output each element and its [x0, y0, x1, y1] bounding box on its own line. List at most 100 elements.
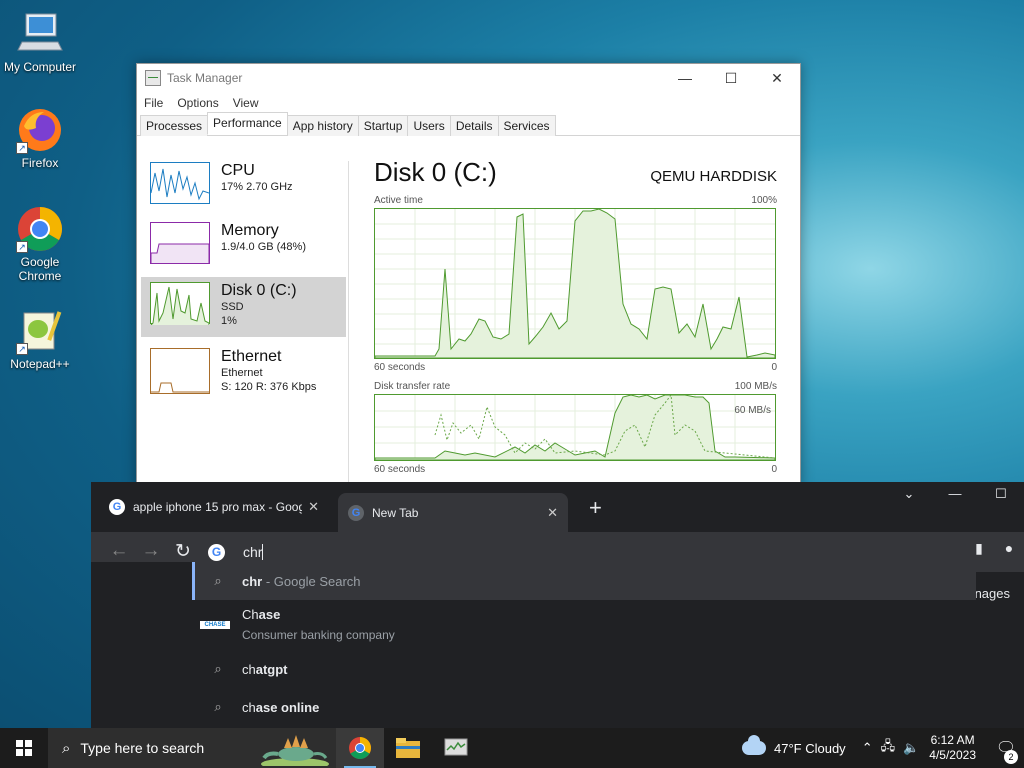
resource-memory[interactable]: Memory 1.9/4.0 GB (48%) [141, 217, 346, 277]
tab-startup[interactable]: Startup [357, 115, 409, 136]
tab-processes[interactable]: Processes [140, 115, 209, 136]
minimize-button[interactable]: — [662, 70, 708, 87]
new-tab-button[interactable]: + [589, 495, 602, 521]
resource-name: Disk 0 (C:) [221, 282, 297, 299]
shortcut-arrow-icon: ↗ [16, 343, 28, 355]
desktop-icon-firefox[interactable]: ↗ Firefox [0, 106, 80, 170]
folder-icon [396, 738, 420, 758]
resource-disk[interactable]: Disk 0 (C:) SSD 1% [141, 277, 346, 337]
menu-file[interactable]: File [144, 96, 163, 110]
resource-name: Memory [221, 222, 279, 239]
resource-detail: Ethernet [221, 367, 263, 379]
ethernet-thumbnail-graph [150, 348, 210, 394]
cloud-icon [742, 735, 766, 755]
desktop-icon-label: My Computer [3, 60, 77, 74]
tab-performance[interactable]: Performance [207, 112, 288, 135]
desktop-icon-my-computer[interactable]: My Computer [0, 10, 80, 74]
graph-time-label: 60 seconds [374, 464, 426, 475]
clock[interactable]: 6:12 AM 4/5/2023 [929, 733, 976, 763]
maximize-button[interactable]: ☐ [708, 70, 754, 87]
taskbar-task-manager[interactable] [432, 728, 480, 768]
chase-logo-icon: CHASE [200, 621, 230, 629]
resource-detail: 1.9/4.0 GB (48%) [221, 241, 306, 253]
taskbar: ⌕ Type here to search 47°F Cloudy ⌃ 🖧 🔈 … [0, 728, 1024, 768]
graph-time-label: 60 seconds [374, 362, 426, 373]
close-tab-icon[interactable]: ✕ [547, 505, 558, 521]
menu-options[interactable]: Options [177, 96, 218, 110]
taskbar-chrome[interactable] [336, 728, 384, 768]
title-bar[interactable]: Task Manager — ☐ ✕ [137, 64, 800, 92]
browser-tab[interactable]: apple iphone 15 pro max - Goog ✕ [99, 493, 329, 521]
search-icon: ⌕ [214, 699, 222, 714]
suggestion-entity[interactable]: CHASE Chase Consumer banking company [192, 600, 976, 650]
back-arrow-icon[interactable]: ← [103, 540, 135, 563]
menu-view[interactable]: View [233, 96, 259, 110]
shortcut-arrow-icon: ↗ [16, 142, 28, 154]
chrome-icon: ↗ [16, 205, 64, 253]
desktop-icon-notepad-plus-plus[interactable]: ↗ Notepad++ [0, 307, 80, 371]
resource-ethernet[interactable]: Ethernet Ethernet S: 120 R: 376 Kbps [141, 343, 346, 403]
google-icon [208, 543, 225, 561]
omnibox-input[interactable]: chr [243, 544, 264, 560]
chrome-icon [349, 737, 371, 759]
weather-widget[interactable]: 47°F Cloudy [742, 735, 846, 756]
taskbar-file-explorer[interactable] [384, 728, 432, 768]
suggestion-search[interactable]: ⌕ chase online [192, 688, 976, 726]
taskbar-search-box[interactable]: ⌕ Type here to search [48, 728, 336, 768]
notepad-plus-plus-icon: ↗ [16, 307, 64, 355]
tab-services[interactable]: Services [497, 115, 556, 136]
task-manager-icon [145, 70, 161, 86]
browser-tab-active[interactable]: New Tab ✕ [338, 493, 568, 532]
close-tab-icon[interactable]: ✕ [308, 499, 319, 515]
memory-thumbnail-graph [150, 222, 210, 264]
resource-cpu[interactable]: CPU 17% 2.70 GHz [141, 157, 346, 217]
disk-thumbnail-graph [150, 282, 210, 326]
cpu-thumbnail-graph [150, 162, 210, 204]
minimize-button[interactable]: — [932, 486, 978, 502]
menu-bar: File Options View [137, 92, 800, 114]
search-icon: ⌕ [214, 661, 222, 676]
notification-center-button[interactable]: 🗨 2 [988, 738, 1024, 764]
resource-detail: SSD [221, 301, 244, 313]
task-manager-icon [444, 738, 468, 756]
graph-label: Disk transfer rate [374, 381, 451, 392]
chrome-favicon-icon [348, 504, 364, 521]
suggestion-description: Consumer banking company [242, 628, 395, 642]
close-button[interactable]: ✕ [754, 70, 800, 87]
pane-divider [348, 161, 349, 486]
windows-logo-icon [16, 740, 32, 756]
profile-icon[interactable]: ● [994, 540, 1024, 557]
tab-bar: Processes Performance App history Startu… [137, 112, 800, 136]
side-panel-icon[interactable]: ▮ [964, 540, 994, 557]
resource-list: CPU 17% 2.70 GHz Memory 1.9/4.0 GB (48%)… [141, 157, 346, 403]
resource-detail: S: 120 R: 376 Kbps [221, 381, 317, 393]
chevron-up-icon[interactable]: ⌃ [862, 740, 873, 756]
weather-text: 47°F Cloudy [774, 740, 846, 756]
tab-users[interactable]: Users [407, 115, 451, 136]
suggestion-search[interactable]: ⌕ chatgpt [192, 650, 976, 688]
disk-model: QEMU HARDDISK [650, 168, 777, 185]
graph-zero-label: 0 [771, 362, 777, 373]
maximize-button[interactable]: ☐ [978, 486, 1024, 502]
desktop-icon-google-chrome[interactable]: ↗ Google Chrome [0, 205, 80, 283]
omnibox-suggestions: ⌕ chr - Google Search CHASE Chase Consum… [192, 562, 976, 726]
resource-detail: 1% [221, 315, 237, 327]
tab-search-chevron-icon[interactable]: ⌄ [886, 486, 932, 502]
window-title: Task Manager [167, 71, 243, 85]
tab-title: apple iphone 15 pro max - Goog [133, 500, 303, 514]
tab-app-history[interactable]: App history [286, 115, 359, 136]
clock-date: 4/5/2023 [929, 748, 976, 762]
suggestion-search[interactable]: ⌕ chr - Google Search [192, 562, 976, 600]
start-button[interactable] [0, 728, 48, 768]
forward-arrow-icon[interactable]: → [135, 540, 167, 563]
tab-details[interactable]: Details [449, 115, 499, 136]
shortcut-arrow-icon: ↗ [16, 241, 28, 253]
tab-strip: apple iphone 15 pro max - Goog ✕ New Tab… [91, 482, 1024, 532]
task-manager-window[interactable]: Task Manager — ☐ ✕ File Options View Pro… [136, 63, 801, 488]
computer-icon [16, 10, 64, 58]
volume-icon[interactable]: 🔈 [903, 740, 919, 756]
chrome-window[interactable]: apple iphone 15 pro max - Goog ✕ New Tab… [91, 482, 1024, 728]
graph-max-label: 100 MB/s [734, 381, 777, 392]
network-icon[interactable]: 🖧 [881, 737, 896, 759]
images-link-fragment[interactable]: nages [975, 586, 1010, 601]
